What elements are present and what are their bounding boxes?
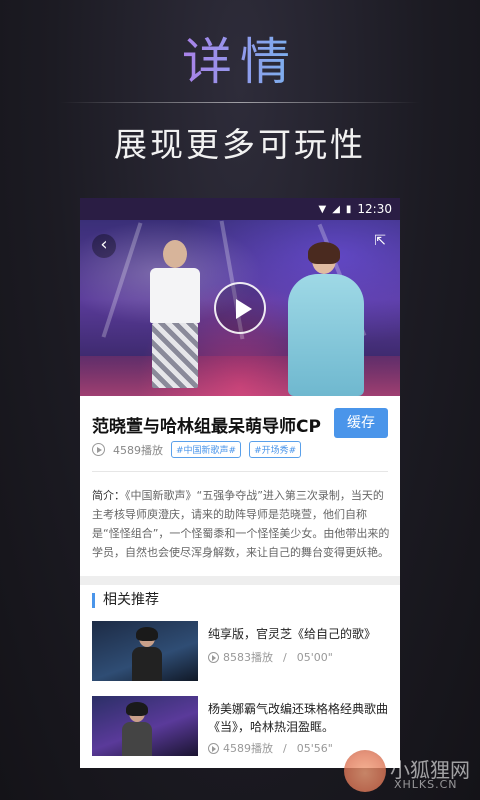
video-title: 范晓萱与哈林组最呆萌导师CP (92, 417, 321, 437)
meta-row: 4589播放 #中国新歌声# #开场秀# (92, 441, 302, 458)
meta-separator: / (283, 650, 287, 664)
video-thumbnail[interactable] (92, 621, 198, 681)
watermark-url: XHLKS.CN (394, 778, 458, 791)
play-button[interactable] (214, 282, 266, 334)
meta-separator: / (283, 741, 287, 755)
rec-meta: 8583播放 / 05'00" (208, 649, 333, 665)
promo-subtitle: 展现更多可玩性 (114, 125, 366, 164)
gray-separator (80, 576, 400, 585)
watermark: 小狐狸网 XHLKS.CN (344, 748, 474, 794)
promo-title: 详情 (0, 22, 480, 94)
wifi-icon: ▼ (318, 203, 327, 215)
performer-woman (280, 242, 370, 396)
battery-icon: ▮ (345, 203, 352, 215)
rec-meta: 4589播放 / 05'56" (208, 740, 333, 756)
rec-title: 纯享版，官灵芝《给自己的歌》 (208, 627, 377, 641)
intro-body: 《中国新歌声》“五强争夺战”进入第三次录制，当天的主考核导师庾澄庆，请来的助阵导… (92, 489, 390, 559)
back-button[interactable]: ‹ (92, 234, 116, 258)
list-item[interactable]: 纯享版，官灵芝《给自己的歌》 8583播放 / 05'00" (92, 621, 388, 685)
cache-button[interactable]: 缓存 (334, 408, 388, 438)
signal-icon: ◢ (332, 203, 340, 215)
fox-logo-icon (344, 750, 386, 792)
rec-plays: 4589播放 (223, 742, 273, 755)
section-divider (92, 471, 388, 472)
share-icon[interactable]: ⇱ (374, 234, 386, 248)
play-count-icon (208, 742, 219, 754)
promo-divider (60, 102, 420, 103)
tag-chip[interactable]: #开场秀# (249, 441, 302, 458)
play-count-icon (92, 443, 105, 456)
video-player[interactable]: ‹ ⇱ (80, 220, 400, 396)
video-thumbnail[interactable] (92, 696, 198, 756)
related-heading: 相关推荐 (92, 593, 159, 608)
play-count: 4589播放 (113, 443, 163, 457)
rec-plays: 8583播放 (223, 651, 273, 664)
tag-chip[interactable]: #中国新歌声# (171, 441, 242, 458)
intro-label: 简介： (92, 489, 125, 502)
phone-screen: ▼ ◢ ▮ 12:30 ‹ ⇱ 范晓萱与哈林组最呆萌导师CP 缓存 4589播放… (80, 198, 400, 768)
play-count-icon (208, 651, 219, 663)
rec-duration: 05'00" (296, 650, 333, 664)
performer-man (140, 240, 210, 390)
intro-text: 简介：《中国新歌声》“五强争夺战”进入第三次录制，当天的主考核导师庾澄庆，请来的… (92, 486, 390, 562)
rec-title: 杨美娜霸气改编还珠格格经典歌曲《当》，哈林热泪盈眶。 (208, 702, 389, 734)
rec-duration: 05'56" (296, 741, 333, 755)
status-bar: ▼ ◢ ▮ 12:30 (80, 198, 400, 220)
status-time: 12:30 (357, 202, 392, 216)
